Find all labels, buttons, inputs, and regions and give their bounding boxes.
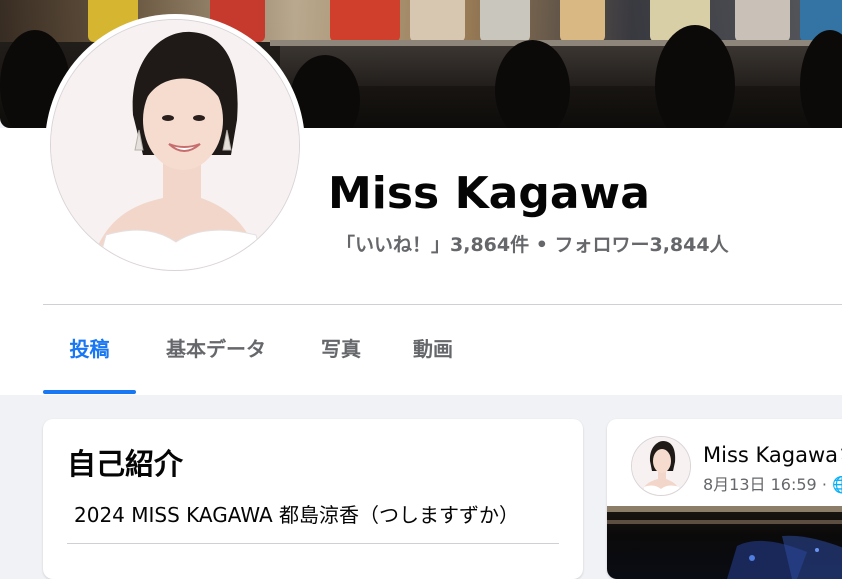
post-author-avatar-image bbox=[632, 437, 690, 495]
tab-videos[interactable]: 動画 bbox=[398, 318, 468, 380]
intro-title: 自己紹介 bbox=[67, 447, 184, 481]
profile-picture[interactable] bbox=[50, 19, 300, 271]
tab-posts[interactable]: 投稿 bbox=[43, 318, 136, 380]
intro-card: 自己紹介 2024 MISS KAGAWA 都島涼香（つしますずか） bbox=[43, 419, 583, 579]
post-image[interactable] bbox=[607, 506, 842, 579]
page-title: Miss Kagawa bbox=[328, 168, 650, 219]
intro-divider bbox=[67, 543, 559, 544]
tab-about[interactable]: 基本データ bbox=[146, 318, 286, 380]
post-image-content bbox=[607, 506, 842, 579]
post-card: Miss Kagawaさん 8月13日 16:59 · 🌐 bbox=[607, 419, 842, 579]
intro-bio: 2024 MISS KAGAWA 都島涼香（つしますずか） bbox=[74, 503, 520, 527]
cover-dress-cream bbox=[410, 0, 465, 42]
header-divider bbox=[43, 304, 842, 305]
cover-dress-gold bbox=[560, 0, 605, 42]
post-author-name[interactable]: Miss Kagawaさん bbox=[703, 439, 842, 469]
active-tab-indicator bbox=[43, 390, 136, 394]
post-author-avatar[interactable] bbox=[631, 436, 691, 496]
tab-photos[interactable]: 写真 bbox=[306, 318, 376, 380]
cover-dress-red-2 bbox=[330, 0, 400, 42]
post-timestamp[interactable]: 8月13日 16:59 · 🌐 bbox=[703, 471, 842, 495]
profile-portrait-image bbox=[51, 20, 299, 270]
cover-dress-white bbox=[480, 0, 530, 42]
likes-followers-count[interactable]: 「いいね！」3,864件 • フォロワー3,844人 bbox=[336, 230, 729, 257]
profile-picture-frame[interactable] bbox=[45, 14, 305, 276]
cover-dress-silver bbox=[735, 0, 790, 42]
